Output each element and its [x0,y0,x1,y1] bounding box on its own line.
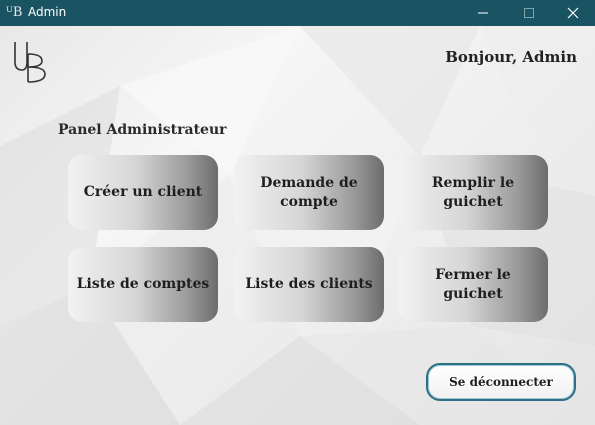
ub-logo-icon: ᵁB [6,5,23,20]
create-client-button[interactable]: Créer un client [68,155,218,230]
greeting-text: Bonjour, Admin [445,48,577,66]
close-counter-button[interactable]: Fermer le guichet [398,247,548,322]
close-icon [567,7,579,19]
panel-title: Panel Administrateur [58,122,227,138]
main-content: Bonjour, Admin Panel Administrateur Crée… [0,26,595,425]
ub-logo [14,42,46,83]
account-request-button[interactable]: Demande de compte [234,155,384,230]
window-title: Admin [28,5,67,19]
fill-counter-button[interactable]: Remplir le guichet [398,155,548,230]
minimize-icon [478,12,488,14]
window-titlebar[interactable]: ᵁB Admin [0,0,595,26]
maximize-icon [524,8,534,18]
maximize-button[interactable] [506,0,552,26]
accounts-list-button[interactable]: Liste de comptes [68,247,218,322]
clients-list-button[interactable]: Liste des clients [234,247,384,322]
logout-button[interactable]: Se déconnecter [426,363,576,401]
minimize-button[interactable] [460,0,506,26]
close-button[interactable] [550,0,595,26]
